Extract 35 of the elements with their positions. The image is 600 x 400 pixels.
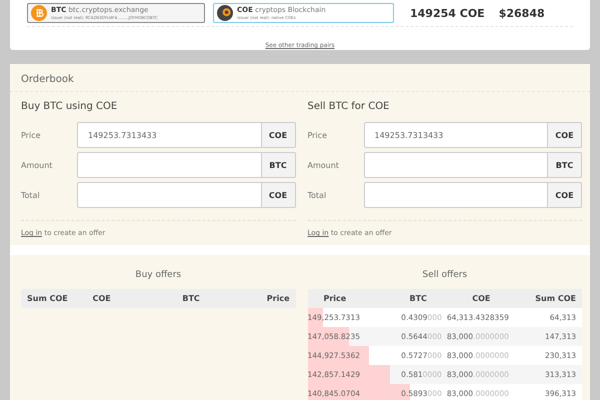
form-title: Buy BTC using COE (21, 100, 118, 114)
field-label: Amount (21, 160, 54, 170)
unit-addon: BTC (548, 152, 582, 178)
column-header: BTC (181, 294, 201, 303)
column-header: BTC (408, 294, 428, 303)
unit-addon: COE (262, 182, 296, 208)
column-header: Price (266, 294, 290, 303)
form-title: Sell BTC for COE (308, 100, 390, 114)
input-field[interactable]: 149253.7313433 (364, 122, 548, 148)
field-label: Total (21, 190, 41, 200)
field-label: Amount (308, 160, 340, 170)
field-label: Price (21, 130, 42, 140)
column-header: COE (92, 294, 112, 303)
price-coe: 149254 COE (410, 6, 485, 20)
input-field[interactable] (364, 182, 548, 208)
buy-offers-title: Buy offers (134, 269, 182, 282)
input-field[interactable] (77, 182, 262, 208)
column-header: Sum COE (534, 294, 576, 303)
coin-logo-icon (217, 5, 233, 21)
unit-addon: COE (262, 122, 296, 148)
column-header: Sum COE (27, 294, 69, 303)
input-field[interactable] (364, 152, 548, 178)
column-header: Price (322, 294, 348, 303)
unit-addon: COE (548, 182, 582, 208)
unit-addon: BTC (262, 152, 296, 178)
input-field[interactable]: 149253.7313433 (77, 122, 262, 148)
price-usd: $26848 (498, 6, 545, 20)
unit-addon: COE (548, 122, 582, 148)
field-label: Price (308, 130, 328, 140)
column-header: COE (471, 294, 492, 303)
sell-offers-title: Sell offers (421, 269, 468, 282)
bitcoin-icon (31, 5, 47, 21)
field-label: Total (308, 190, 328, 200)
input-field[interactable] (77, 152, 262, 178)
orderbook-title: Orderbook (10, 64, 590, 92)
